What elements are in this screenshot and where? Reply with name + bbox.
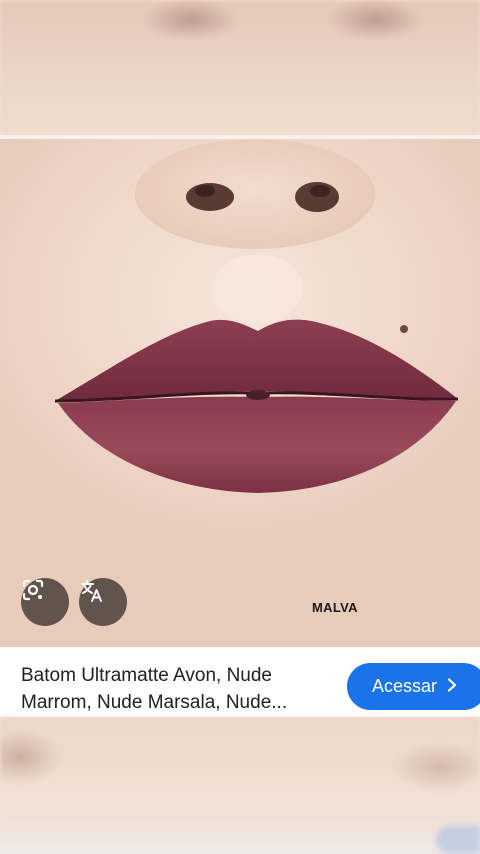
result-info-bar: Batom Ultramatte Avon, Nude Marrom, Nude… (0, 647, 480, 717)
bottom-fade (0, 818, 480, 854)
translate-icon (81, 580, 102, 602)
visit-button-label: Acessar (372, 676, 438, 696)
product-image[interactable] (0, 139, 480, 647)
blurred-background-top (0, 0, 480, 137)
chevron-right-icon (447, 676, 457, 697)
lips-illustration (54, 139, 459, 647)
result-title[interactable]: Batom Ultramatte Avon, Nude Marrom, Nude… (21, 662, 339, 716)
visit-button[interactable]: Acessar (347, 663, 480, 710)
blurred-accent (436, 826, 480, 854)
translate-button[interactable] (79, 578, 127, 626)
google-lens-button[interactable] (21, 578, 69, 626)
image-caption-text: MALVA (312, 600, 358, 615)
google-lens-icon (22, 579, 44, 601)
